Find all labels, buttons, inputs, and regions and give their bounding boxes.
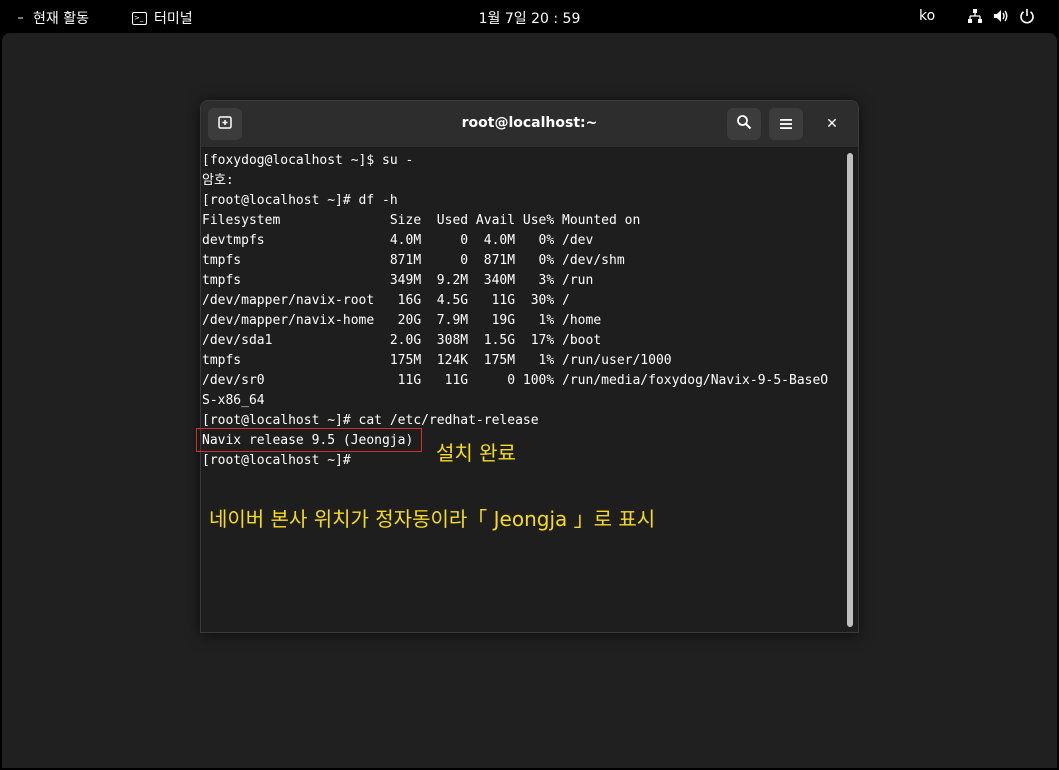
app-menu-button[interactable]: >_ 터미널 bbox=[132, 8, 193, 28]
close-icon: ✕ bbox=[826, 116, 838, 132]
terminal-line: tmpfs 175M 124K 175M 1% /run/user/1000 bbox=[202, 353, 672, 368]
language-indicator[interactable]: ko bbox=[919, 8, 935, 24]
search-button[interactable] bbox=[727, 108, 761, 140]
terminal-line: tmpfs 349M 9.2M 340M 3% /run bbox=[202, 273, 594, 288]
terminal-line: /dev/sda1 2.0G 308M 1.5G 17% /boot bbox=[202, 333, 602, 348]
terminal-line: Filesystem Size Used Avail Use% Mounted … bbox=[202, 213, 641, 228]
header-bar: root@localhost:~ ✕ bbox=[201, 101, 858, 148]
terminal-line: tmpfs 871M 0 871M 0% /dev/shm bbox=[202, 253, 625, 268]
app-menu-label: 터미널 bbox=[154, 11, 193, 27]
terminal-icon: >_ bbox=[132, 11, 147, 25]
menu-button[interactable] bbox=[769, 108, 803, 140]
activities-button[interactable]: 현재 활동 bbox=[18, 8, 89, 28]
close-button[interactable]: ✕ bbox=[820, 112, 844, 136]
scrollbar[interactable] bbox=[846, 153, 854, 627]
terminal-line: /dev/mapper/navix-root 16G 4.5G 11G 30% … bbox=[202, 293, 570, 308]
search-icon bbox=[736, 114, 752, 134]
terminal-line: [root@localhost ~]# df -h bbox=[202, 193, 398, 208]
release-highlight-box bbox=[196, 428, 422, 452]
network-icon bbox=[967, 8, 983, 24]
terminal-window: root@localhost:~ ✕ [foxydog@localhost ~]… bbox=[200, 100, 859, 633]
terminal-line: devtmpfs 4.0M 0 4.0M 0% /dev bbox=[202, 233, 594, 248]
scrollbar-thumb[interactable] bbox=[847, 153, 853, 627]
new-tab-button[interactable] bbox=[208, 108, 242, 140]
system-tray[interactable] bbox=[967, 8, 1035, 24]
new-tab-icon bbox=[217, 114, 233, 134]
clock[interactable]: 1월 7일 20 : 59 bbox=[479, 11, 581, 27]
terminal-output[interactable]: [foxydog@localhost ~]$ su - 암호: [root@lo… bbox=[202, 151, 842, 627]
top-bar: 현재 활동 >_ 터미널 1월 7일 20 : 59 ko bbox=[0, 0, 1059, 33]
terminal-prompt: [root@localhost ~]# bbox=[202, 453, 359, 468]
install-complete-annotation: 설치 완료 bbox=[436, 441, 516, 465]
terminal-line: S-x86_64 bbox=[202, 393, 265, 408]
terminal-line: [foxydog@localhost ~]$ su - bbox=[202, 153, 414, 168]
terminal-line: 암호: bbox=[202, 173, 234, 188]
terminal-line: /dev/mapper/navix-home 20G 7.9M 19G 1% /… bbox=[202, 313, 602, 328]
hamburger-menu-icon bbox=[779, 115, 793, 134]
workspace-indicator-icon bbox=[18, 17, 23, 19]
volume-icon bbox=[993, 8, 1009, 24]
jeongja-note-annotation: 네이버 본사 위치가 정자동이라「 Jeongja 」로 표시 bbox=[209, 507, 656, 531]
power-icon bbox=[1019, 8, 1035, 24]
activities-label: 현재 활동 bbox=[33, 11, 89, 27]
terminal-line: /dev/sr0 11G 11G 0 100% /run/media/foxyd… bbox=[202, 373, 829, 388]
